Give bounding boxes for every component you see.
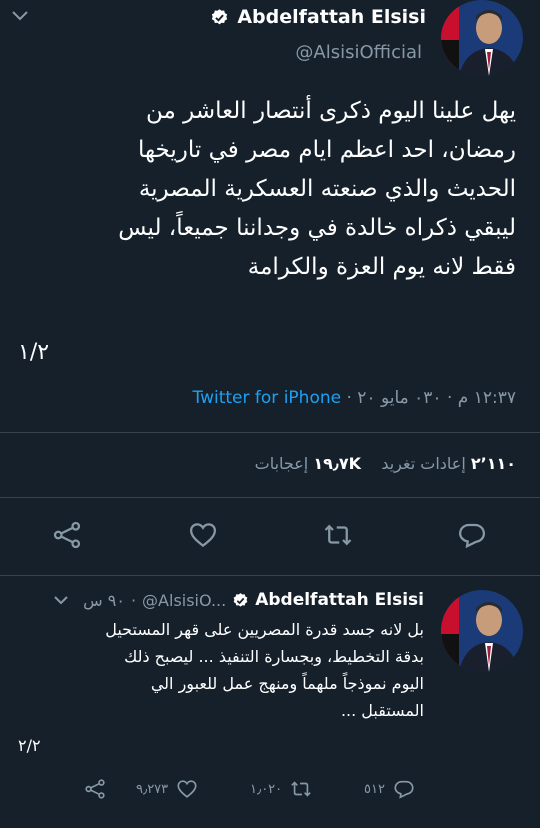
avatar-portrait bbox=[441, 0, 523, 76]
thread-counter: ١/٢ bbox=[18, 340, 50, 365]
tweet-date: ٠٣٠ مايو ٢٠ bbox=[357, 388, 442, 408]
share-icon bbox=[53, 521, 81, 549]
reply-thread-counter: ٢/٢ bbox=[18, 736, 41, 755]
reply-reply-count: ٥١٢ bbox=[364, 781, 385, 797]
reply-retweet-button[interactable]: ١٫٠٢٠ bbox=[250, 778, 312, 800]
author-name: Abdelfattah Elsisi bbox=[237, 6, 426, 28]
reply-share-button[interactable] bbox=[84, 778, 106, 800]
divider bbox=[0, 432, 540, 433]
tweet-time: ١٢:٣٧ م bbox=[457, 388, 516, 408]
retweet-icon bbox=[291, 781, 311, 797]
retweet-button[interactable] bbox=[323, 520, 353, 550]
reply-like-button[interactable]: ٩٫٢٧٣ bbox=[136, 778, 198, 800]
tweet-meta: ١٢:٣٧ م · ٠٣٠ مايو ٢٠ · Twitter for iPho… bbox=[193, 388, 516, 408]
share-icon bbox=[85, 779, 105, 799]
reply-icon bbox=[394, 780, 414, 799]
like-count-label[interactable]: إعجابات bbox=[255, 454, 309, 473]
author-handle[interactable]: @AlsisiOfficial bbox=[295, 42, 422, 63]
meta-separator: · bbox=[441, 388, 453, 408]
avatar[interactable] bbox=[441, 0, 523, 76]
like-count[interactable]: ١٩٫٧K bbox=[313, 454, 361, 473]
reply-author-handle[interactable]: @AlsisiO... bbox=[142, 591, 226, 610]
tweet-source-link[interactable]: Twitter for iPhone bbox=[193, 388, 342, 408]
heart-icon bbox=[189, 523, 217, 548]
reply-reply-button[interactable]: ٥١٢ bbox=[364, 778, 415, 800]
chevron-down-icon[interactable] bbox=[53, 593, 69, 607]
meta-separator: · bbox=[341, 388, 352, 408]
reply-action-bar: ٩٫٢٧٣ ١٫٠٢٠ ٥١٢ bbox=[0, 778, 540, 804]
tweet-stats: ٢٬١١٠ إعادات تغريد ١٩٫٧K إعجابات bbox=[255, 454, 516, 473]
reply-retweet-count: ١٫٠٢٠ bbox=[250, 781, 283, 797]
share-button[interactable] bbox=[52, 520, 82, 550]
reply-header: ٩٠ س · @AlsisiO... Abdelfattah Elsisi bbox=[53, 590, 424, 610]
reply-text: بل لانه جسد قدرة المصريين على قهر المستح… bbox=[34, 616, 424, 724]
retweet-icon bbox=[324, 524, 352, 546]
divider bbox=[0, 575, 540, 576]
chevron-down-icon[interactable] bbox=[10, 8, 30, 24]
avatar-portrait bbox=[441, 590, 523, 672]
tweet-text-line: ليبقي ذكراه خالدة في وجداننا جميعاً، ليس bbox=[118, 215, 516, 241]
reply-time: ٩٠ س bbox=[83, 590, 125, 610]
tweet-text-line: رمضان، احد اعظم ايام مصر في تاريخها bbox=[137, 137, 516, 163]
tweet-text: يهل علينا اليوم ذكرى أنتصار العاشر من رم… bbox=[36, 92, 516, 287]
reply-text-line: بل لانه جسد قدرة المصريين على قهر المستح… bbox=[105, 620, 424, 639]
author-name-row[interactable]: Abdelfattah Elsisi bbox=[210, 6, 426, 28]
reply-avatar[interactable] bbox=[441, 590, 523, 672]
verified-badge-icon bbox=[212, 8, 228, 24]
verified-badge-icon bbox=[233, 592, 248, 607]
reply-meta-separator: · bbox=[130, 590, 137, 610]
reply-icon bbox=[458, 523, 486, 549]
heart-icon bbox=[177, 780, 197, 798]
reply-author-name[interactable]: Abdelfattah Elsisi bbox=[255, 590, 424, 610]
reply-text-line: اليوم نموذجاً ملهماً ومنهج عمل للعبور ال… bbox=[150, 674, 424, 693]
reply-button[interactable] bbox=[457, 520, 487, 550]
retweet-count[interactable]: ٢٬١١٠ bbox=[471, 454, 516, 473]
tweet-action-bar bbox=[0, 520, 540, 552]
reply-text-line: المستقبل ... bbox=[340, 701, 424, 720]
reply-like-count: ٩٫٢٧٣ bbox=[136, 781, 169, 797]
tweet-text-line: يهل علينا اليوم ذكرى أنتصار العاشر من bbox=[146, 98, 516, 124]
tweet-thread-screen: Abdelfattah Elsisi @AlsisiOfficial يهل ع… bbox=[0, 0, 540, 828]
retweet-count-label[interactable]: إعادات تغريد bbox=[381, 454, 465, 473]
divider bbox=[0, 497, 540, 498]
reply-text-line: بدقة التخطيط، وبجسارة التنفيذ ... ليصبح … bbox=[124, 647, 424, 666]
tweet-text-line: فقط لانه يوم العزة والكرامة bbox=[247, 254, 516, 280]
tweet-text-line: الحديث والذي صنعته العسكرية المصرية bbox=[138, 176, 516, 202]
like-button[interactable] bbox=[188, 520, 218, 550]
